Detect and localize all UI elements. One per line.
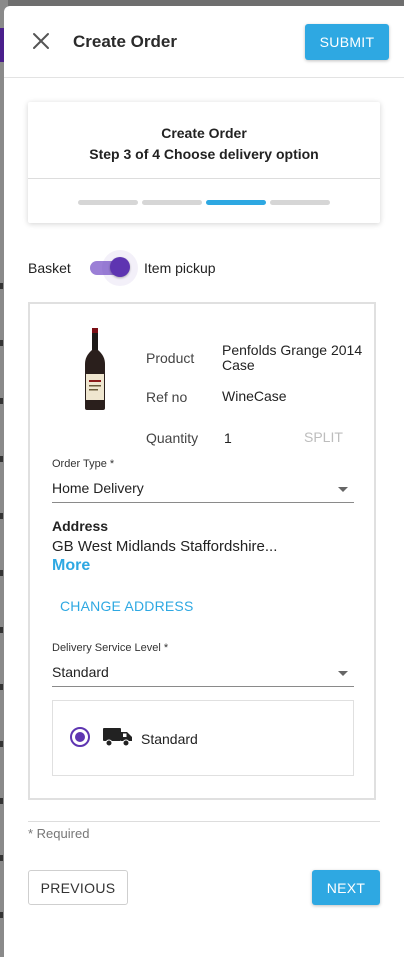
stepper-title: Create Order — [161, 125, 247, 141]
previous-button[interactable]: PREVIOUS — [28, 870, 128, 905]
panel-header: Create Order SUBMIT — [4, 6, 404, 78]
required-note: * Required — [28, 826, 90, 841]
ref-no-value: WineCase — [222, 388, 287, 404]
page-title: Create Order — [73, 32, 177, 51]
toggle-label-basket: Basket — [28, 260, 71, 276]
stepper-divider — [28, 178, 380, 179]
submit-button[interactable]: SUBMIT — [305, 24, 389, 60]
create-order-panel: Create Order SUBMIT Create Order Step 3 … — [4, 6, 404, 957]
next-button[interactable]: NEXT — [312, 870, 380, 905]
background-mark — [0, 283, 3, 289]
order-item-card: Product Penfolds Grange 2014 Case Ref no… — [28, 302, 376, 800]
order-type-select[interactable]: Home Delivery — [52, 478, 354, 503]
ref-no-label: Ref no — [146, 389, 188, 405]
item-pickup-toggle[interactable] — [90, 250, 138, 286]
background-mark — [0, 627, 3, 633]
address-value: GB West Midlands Staffordshire... — [52, 538, 278, 555]
footer-divider — [28, 821, 380, 822]
product-label: Product — [146, 350, 195, 366]
background-mark — [0, 570, 3, 576]
background-mark — [0, 741, 3, 747]
background-mark — [0, 398, 3, 404]
order-type-value: Home Delivery — [52, 480, 144, 496]
stepper-card: Create Order Step 3 of 4 Choose delivery… — [28, 102, 380, 223]
change-address-button[interactable]: CHANGE ADDRESS — [60, 598, 194, 614]
delivery-service-value: Standard — [52, 664, 109, 680]
address-heading: Address — [52, 518, 109, 534]
address-more-link[interactable]: More — [52, 557, 90, 575]
radio-selected-icon[interactable] — [70, 727, 90, 747]
delivery-option-label: Standard — [141, 731, 198, 747]
background-mark — [0, 798, 3, 804]
truck-icon — [103, 727, 133, 747]
chevron-down-icon — [338, 671, 348, 676]
background-mark — [0, 456, 3, 462]
delivery-service-select[interactable]: Standard — [52, 662, 354, 687]
close-icon[interactable] — [30, 30, 52, 52]
toggle-label-item-pickup: Item pickup — [144, 260, 216, 276]
step-indicator-1 — [78, 200, 138, 205]
chevron-down-icon — [338, 487, 348, 492]
order-type-label: Order Type * — [52, 458, 115, 470]
background-mark — [0, 340, 3, 346]
quantity-label: Quantity — [146, 430, 199, 446]
background-mark — [0, 684, 3, 690]
toggle-knob[interactable] — [110, 257, 130, 277]
step-indicator-4 — [270, 200, 330, 205]
delivery-service-label: Delivery Service Level * — [52, 642, 169, 654]
step-indicator-2 — [142, 200, 202, 205]
stepper-subtitle: Step 3 of 4 Choose delivery option — [89, 146, 319, 162]
step-indicator-3 — [206, 200, 266, 205]
delivery-option-standard[interactable]: Standard — [52, 700, 354, 776]
basket-pickup-toggle-row: Basket Item pickup — [28, 250, 388, 286]
background-mark — [0, 513, 3, 519]
background-mark — [0, 855, 3, 861]
wine-bottle-icon — [82, 328, 108, 410]
product-name-line1: Penfolds Grange 2014 — [222, 342, 363, 358]
quantity-value: 1 — [224, 430, 232, 446]
background-mark — [0, 912, 3, 918]
product-name-line2: Case — [222, 357, 255, 373]
split-button[interactable]: SPLIT — [304, 429, 343, 445]
